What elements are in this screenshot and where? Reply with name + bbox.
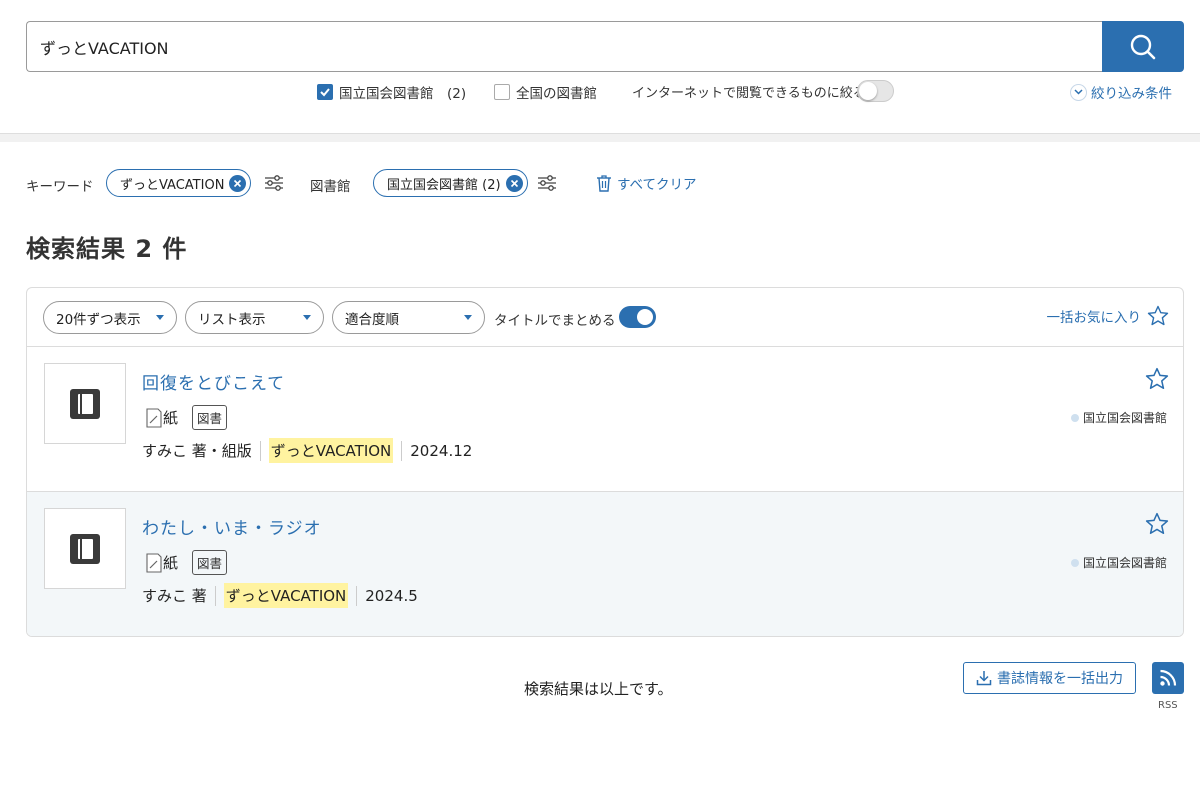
- keyword-chip[interactable]: ずっとVACATION: [106, 169, 252, 197]
- library-dot-icon: [1070, 413, 1079, 422]
- divider: [356, 585, 358, 606]
- media-label: 紙: [163, 554, 179, 572]
- clear-all-button[interactable]: すべてクリア: [596, 173, 697, 193]
- library-name: 国立国会図書館: [1082, 556, 1167, 570]
- rss-button[interactable]: [1152, 662, 1184, 694]
- series-highlight: ずっとVACATION: [268, 438, 394, 463]
- divider: [214, 585, 216, 606]
- keyword-chip-label: ずっとVACATION: [120, 177, 225, 193]
- result-item: 回復をとびこえて 紙 図書 すみこ 著・組版 ずっとVACATION 2024.…: [27, 347, 1183, 492]
- book-thumbnail[interactable]: [44, 508, 126, 589]
- applied-filters: キーワード ずっとVACATION 図書館 国立国会図書館 (2) すべてクリア: [26, 169, 1176, 197]
- dropdown-arrow-icon: [464, 315, 472, 320]
- author: すみこ 著・組版: [142, 442, 252, 460]
- narrow-conditions-button[interactable]: 絞り込み条件: [1070, 82, 1172, 102]
- result-title-link[interactable]: わたし・いま・ラジオ: [142, 514, 322, 539]
- chevron-down-icon: [1070, 83, 1087, 101]
- trash-icon: [597, 175, 611, 192]
- result-meta: すみこ 著 ずっとVACATION 2024.5: [142, 583, 418, 608]
- library-name: 国立国会図書館: [1082, 411, 1167, 425]
- national-checkbox[interactable]: 全国の図書館: [494, 82, 597, 102]
- checkbox-checked-icon: [317, 84, 333, 100]
- search-bar: [26, 21, 1184, 72]
- star-icon[interactable]: [1145, 512, 1169, 536]
- star-icon[interactable]: [1145, 367, 1169, 391]
- publish-date: 2024.5: [365, 586, 418, 605]
- divider: [401, 440, 403, 461]
- result-meta: すみこ 著・組版 ずっとVACATION 2024.12: [142, 438, 472, 463]
- internet-only-label: インターネットで閲覧できるものに絞る: [632, 86, 866, 101]
- view-mode-select[interactable]: リスト表示: [185, 301, 324, 334]
- filter-settings-icon[interactable]: [537, 175, 557, 191]
- author: すみこ 著: [142, 587, 207, 605]
- bulk-favorite-button[interactable]: 一括お気に入り: [1047, 305, 1170, 327]
- paper-icon: [146, 552, 162, 573]
- rss-icon: [1160, 669, 1177, 686]
- group-by-title-toggle[interactable]: [619, 306, 656, 328]
- book-thumbnail[interactable]: [44, 363, 126, 444]
- dropdown-arrow-icon: [156, 315, 164, 320]
- search-icon: [1130, 34, 1156, 59]
- bulk-favorite-label: 一括お気に入り: [1046, 310, 1142, 326]
- series-highlight: ずっとVACATION: [223, 583, 349, 608]
- divider: [259, 440, 261, 461]
- dropdown-arrow-icon: [303, 315, 311, 320]
- narrow-conditions-label: 絞り込み条件: [1091, 86, 1172, 102]
- rss-label: RSS: [1158, 700, 1178, 711]
- library-label: 図書館: [310, 179, 351, 195]
- per-page-value: 20件ずつ表示: [56, 311, 141, 328]
- search-button[interactable]: [1102, 21, 1184, 72]
- type-tag: 図書: [192, 550, 228, 575]
- sort-value: 適合度順: [345, 311, 399, 328]
- group-by-title-label: タイトルでまとめる: [494, 313, 616, 329]
- national-checkbox-label: 全国の図書館: [516, 86, 597, 102]
- results-toolbar: 20件ずつ表示 リスト表示 適合度順 タイトルでまとめる 一括お気に入り: [27, 288, 1183, 347]
- library-chip-label: 国立国会図書館 (2): [387, 177, 501, 193]
- media-info: 紙 図書: [145, 550, 228, 575]
- scope-filter-row: 国立国会図書館 (2) 全国の図書館 インターネットで閲覧できるものに絞る 絞り…: [0, 80, 1200, 104]
- search-input[interactable]: [26, 21, 1102, 72]
- library-holding: 国立国会図書館: [1070, 554, 1167, 571]
- per-page-select[interactable]: 20件ずつ表示: [43, 301, 177, 334]
- type-tag: 図書: [192, 405, 228, 430]
- results-end-text: 検索結果は以上です。: [524, 680, 673, 698]
- publish-date: 2024.12: [410, 441, 473, 460]
- media-label: 紙: [163, 409, 179, 427]
- library-dot-icon: [1070, 558, 1079, 567]
- star-icon: [1147, 305, 1169, 326]
- view-mode-value: リスト表示: [198, 311, 266, 328]
- library-chip[interactable]: 国立国会図書館 (2): [373, 169, 528, 197]
- result-item: わたし・いま・ラジオ 紙 図書 すみこ 著 ずっとVACATION 2024.5…: [27, 492, 1183, 636]
- paper-icon: [146, 407, 162, 428]
- clear-all-label: すべてクリア: [617, 177, 697, 193]
- results-panel: 20件ずつ表示 リスト表示 適合度順 タイトルでまとめる 一括お気に入り 回復を…: [26, 287, 1184, 637]
- ndl-checkbox[interactable]: 国立国会図書館 (2): [317, 82, 466, 102]
- internet-only-toggle[interactable]: [857, 80, 894, 102]
- library-holding: 国立国会図書館: [1070, 409, 1167, 426]
- ndl-checkbox-label: 国立国会図書館 (2): [339, 86, 467, 102]
- header-divider: [0, 133, 1200, 142]
- media-info: 紙 図書: [145, 405, 228, 430]
- export-label: 書誌情報を一括出力: [997, 670, 1123, 686]
- export-bibliography-button[interactable]: 書誌情報を一括出力: [963, 662, 1136, 694]
- book-icon: [70, 533, 100, 564]
- close-icon[interactable]: [505, 174, 523, 192]
- checkbox-unchecked-icon: [494, 84, 510, 100]
- result-title-link[interactable]: 回復をとびこえて: [142, 369, 285, 394]
- keyword-label: キーワード: [26, 179, 94, 195]
- download-icon: [976, 671, 992, 686]
- filter-settings-icon[interactable]: [264, 175, 284, 191]
- sort-select[interactable]: 適合度順: [332, 301, 485, 334]
- book-icon: [70, 388, 100, 419]
- results-count-title: 検索結果 2 件: [26, 235, 188, 263]
- close-icon[interactable]: [229, 174, 247, 192]
